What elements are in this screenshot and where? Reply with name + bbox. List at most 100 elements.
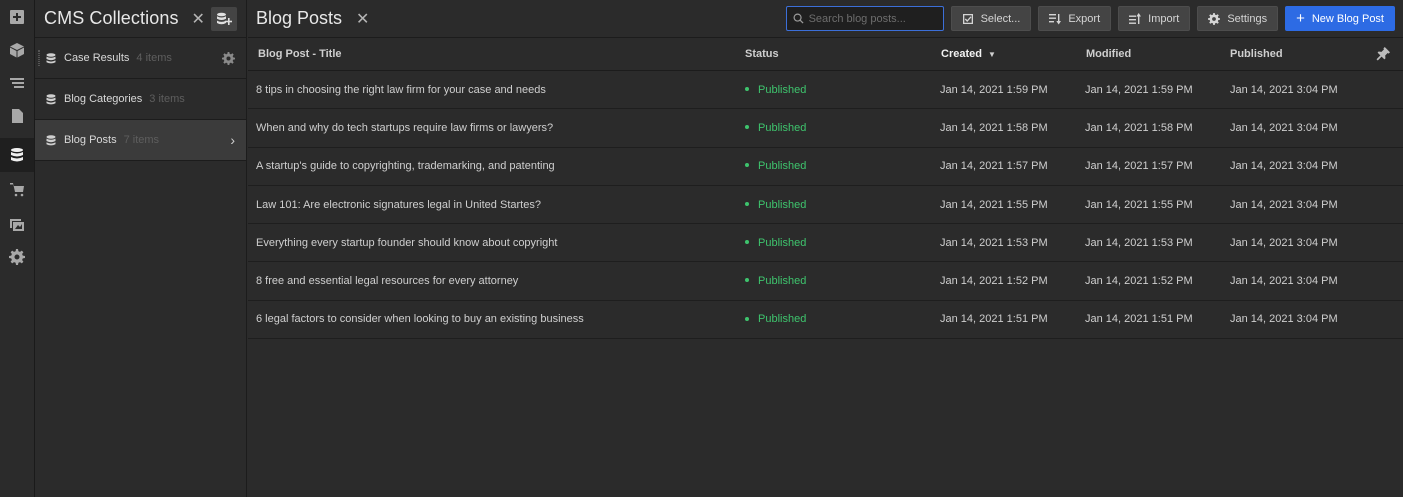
search-box[interactable]: [785, 6, 944, 31]
collection-count: 7 items: [123, 134, 160, 146]
status-dot-icon: [745, 201, 749, 206]
cube-icon[interactable]: [0, 33, 34, 67]
collection-settings-icon[interactable]: [222, 51, 235, 65]
export-label: Export: [1068, 12, 1101, 25]
cell-title: When and why do tech startups require la…: [256, 121, 554, 134]
column-header-status[interactable]: Status: [745, 48, 779, 60]
cell-published: Jan 14, 2021 3:04 PM: [1230, 236, 1338, 249]
collections-header: CMS Collections ✕: [35, 0, 246, 38]
main-panel: Blog Posts ✕ Select... Export Import Set…: [248, 0, 1403, 497]
cell-title: 8 free and essential legal resources for…: [256, 275, 519, 288]
pin-icon[interactable]: [1376, 47, 1390, 61]
import-icon: [1129, 12, 1142, 24]
status-dot-icon: [745, 239, 749, 244]
cell-modified: Jan 14, 2021 1:53 PM: [1085, 236, 1193, 249]
toolbar: Select... Export Import Settings + New B…: [785, 6, 1395, 31]
status-badge: Published: [758, 160, 807, 173]
cell-published: Jan 14, 2021 3:04 PM: [1230, 198, 1338, 211]
status-dot-icon: [745, 163, 749, 168]
collections-title: CMS Collections: [44, 8, 179, 28]
cell-title: Law 101: Are electronic signatures legal…: [256, 198, 541, 211]
column-header-title[interactable]: Blog Post - Title: [258, 48, 342, 60]
cell-modified: Jan 14, 2021 1:52 PM: [1085, 275, 1193, 288]
search-icon: [793, 13, 804, 24]
assets-icon[interactable]: [0, 207, 34, 241]
table-row[interactable]: Everything every startup founder should …: [248, 224, 1403, 263]
cell-status: Published: [745, 160, 806, 172]
status-dot-icon: [745, 86, 749, 91]
checkbox-icon: [962, 13, 973, 24]
cell-status: Published: [745, 275, 806, 287]
cell-created: Jan 14, 2021 1:53 PM: [940, 236, 1048, 249]
table-row[interactable]: 8 free and essential legal resources for…: [248, 262, 1403, 301]
select-button[interactable]: Select...: [950, 6, 1032, 31]
settings-gear-icon[interactable]: [0, 240, 34, 274]
status-badge: Published: [758, 313, 807, 326]
table-row[interactable]: When and why do tech startups require la…: [248, 109, 1403, 148]
close-collections-icon[interactable]: ✕: [192, 9, 205, 29]
cms-database-icon[interactable]: [0, 138, 34, 172]
cell-modified: Jan 14, 2021 1:55 PM: [1085, 198, 1193, 211]
add-panel-icon[interactable]: [0, 0, 34, 34]
sort-descending-icon: ▼: [987, 50, 996, 59]
search-input[interactable]: [808, 12, 929, 25]
close-panel-icon[interactable]: ✕: [356, 9, 369, 29]
add-database-icon: [217, 12, 232, 25]
cell-created: Jan 14, 2021 1:51 PM: [940, 313, 1048, 326]
status-dot-icon: [745, 278, 749, 283]
ecommerce-cart-icon[interactable]: [0, 172, 34, 206]
status-badge: Published: [758, 236, 807, 249]
status-badge: Published: [758, 198, 807, 211]
cell-modified: Jan 14, 2021 1:57 PM: [1085, 160, 1193, 173]
settings-label: Settings: [1227, 12, 1268, 25]
table-row[interactable]: 8 tips in choosing the right law firm fo…: [248, 71, 1403, 110]
cell-status: Published: [745, 313, 806, 325]
cell-created: Jan 14, 2021 1:59 PM: [940, 83, 1048, 96]
cell-title: 6 legal factors to consider when looking…: [256, 313, 584, 326]
collection-name: Case Results: [64, 52, 130, 64]
status-badge: Published: [758, 83, 807, 96]
new-blog-post-label: New Blog Post: [1311, 12, 1384, 25]
main-header: Blog Posts ✕ Select... Export Import Set…: [248, 0, 1403, 38]
select-label: Select...: [980, 12, 1021, 25]
cell-modified: Jan 14, 2021 1:58 PM: [1085, 121, 1193, 134]
cell-created: Jan 14, 2021 1:57 PM: [940, 160, 1048, 173]
collection-name: Blog Posts: [64, 134, 117, 146]
database-icon: [46, 52, 56, 63]
collection-count: 4 items: [136, 52, 172, 64]
collection-count: 3 items: [149, 93, 185, 105]
status-badge: Published: [758, 121, 807, 134]
new-blog-post-button[interactable]: + New Blog Post: [1285, 6, 1395, 31]
page-title: Blog Posts: [256, 8, 343, 28]
plus-icon: +: [1296, 10, 1305, 27]
column-header-created[interactable]: Created ▼: [941, 48, 996, 60]
cell-status: Published: [745, 84, 806, 96]
export-button[interactable]: Export: [1038, 6, 1112, 31]
collection-name: Blog Categories: [64, 93, 143, 105]
column-header-created-label: Created: [941, 48, 982, 60]
navigator-icon[interactable]: [0, 66, 34, 100]
table-row[interactable]: A startup's guide to copyrighting, trade…: [248, 148, 1403, 186]
database-icon: [46, 93, 56, 104]
cell-status: Published: [745, 122, 806, 134]
add-collection-button[interactable]: [211, 6, 237, 31]
cell-published: Jan 14, 2021 3:04 PM: [1230, 121, 1338, 134]
collection-item-blog-categories[interactable]: Blog Categories 3 items: [35, 79, 246, 120]
status-badge: Published: [758, 275, 807, 288]
drag-handle-icon[interactable]: [38, 50, 40, 66]
column-header-published[interactable]: Published: [1230, 48, 1283, 60]
import-button[interactable]: Import: [1118, 6, 1191, 31]
collections-panel: CMS Collections ✕ Case Results 4 items B…: [35, 0, 247, 497]
import-label: Import: [1148, 12, 1180, 25]
cell-modified: Jan 14, 2021 1:51 PM: [1085, 313, 1193, 326]
export-icon: [1049, 13, 1062, 24]
cell-published: Jan 14, 2021 3:04 PM: [1230, 160, 1338, 173]
collection-item-blog-posts[interactable]: Blog Posts 7 items ›: [35, 120, 246, 161]
settings-button[interactable]: Settings: [1197, 6, 1279, 31]
column-header-modified[interactable]: Modified: [1086, 48, 1131, 60]
table-body: 8 tips in choosing the right law firm fo…: [248, 71, 1403, 340]
table-row[interactable]: 6 legal factors to consider when looking…: [248, 301, 1403, 340]
table-row[interactable]: Law 101: Are electronic signatures legal…: [248, 186, 1403, 225]
collection-item-case-results[interactable]: Case Results 4 items: [35, 38, 246, 79]
pages-icon[interactable]: [0, 99, 34, 133]
